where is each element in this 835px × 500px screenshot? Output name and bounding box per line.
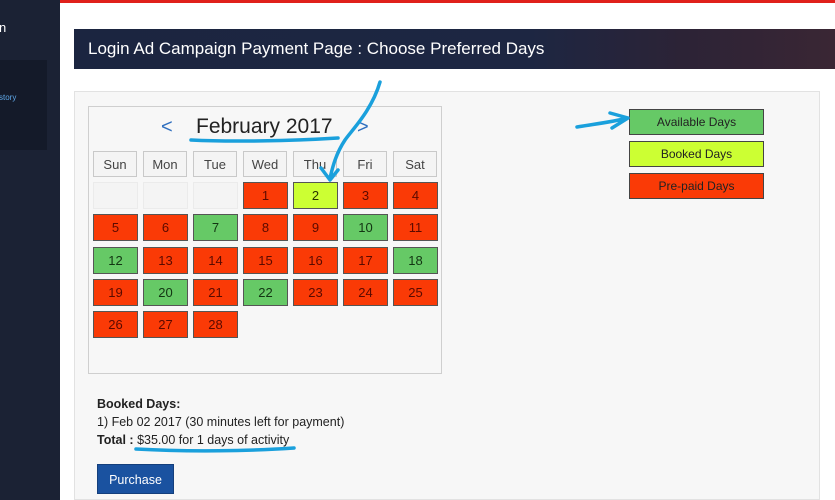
weekday-fri: Fri <box>343 151 387 177</box>
booked-day-item: 1) Feb 02 2017 (30 minutes left for paym… <box>97 415 345 429</box>
sidebar-submenu-item[interactable]: story <box>0 93 16 102</box>
total-label: Total : <box>97 433 134 447</box>
calendar-day-18[interactable]: 18 <box>393 247 438 274</box>
booking-total: Total : $35.00 for 1 days of activity <box>97 431 344 449</box>
calendar-empty-cell <box>143 182 188 209</box>
calendar-day-5[interactable]: 5 <box>93 214 138 241</box>
calendar-empty-cell <box>93 182 138 209</box>
calendar-header: < February 2017 > <box>89 113 443 143</box>
calendar-day-13[interactable]: 13 <box>143 247 188 274</box>
calendar-day-21[interactable]: 21 <box>193 279 238 306</box>
sidebar-text-fragment: n <box>0 20 7 35</box>
legend-prepaid-days: Pre-paid Days <box>629 173 764 199</box>
prev-month-button[interactable]: < <box>161 116 173 139</box>
calendar-day-28[interactable]: 28 <box>193 311 238 338</box>
month-label: February 2017 <box>196 115 333 138</box>
calendar-day-16[interactable]: 16 <box>293 247 338 274</box>
calendar-day-26[interactable]: 26 <box>93 311 138 338</box>
calendar-day-27[interactable]: 27 <box>143 311 188 338</box>
total-value: $35.00 for 1 days of activity <box>137 433 290 447</box>
weekday-sun: Sun <box>93 151 137 177</box>
sidebar-submenu: story <box>0 60 47 150</box>
calendar-empty-cell <box>193 182 238 209</box>
booked-days-heading: Booked Days: <box>97 397 181 411</box>
next-month-button[interactable]: > <box>357 116 369 139</box>
calendar-day-6[interactable]: 6 <box>143 214 188 241</box>
calendar-day-2[interactable]: 2 <box>293 182 338 209</box>
sidebar: n story <box>0 0 60 500</box>
weekday-mon: Mon <box>143 151 187 177</box>
calendar-day-19[interactable]: 19 <box>93 279 138 306</box>
calendar-day-15[interactable]: 15 <box>243 247 288 274</box>
purchase-button[interactable]: Purchase <box>97 464 174 494</box>
calendar-day-20[interactable]: 20 <box>143 279 188 306</box>
calendar-day-24[interactable]: 24 <box>343 279 388 306</box>
calendar-day-25[interactable]: 25 <box>393 279 438 306</box>
calendar-day-11[interactable]: 11 <box>393 214 438 241</box>
weekday-sat: Sat <box>393 151 437 177</box>
calendar-day-8[interactable]: 8 <box>243 214 288 241</box>
weekday-wed: Wed <box>243 151 287 177</box>
page-title: Login Ad Campaign Payment Page : Choose … <box>88 39 545 58</box>
calendar-day-17[interactable]: 17 <box>343 247 388 274</box>
calendar-day-7[interactable]: 7 <box>193 214 238 241</box>
calendar-day-23[interactable]: 23 <box>293 279 338 306</box>
weekday-thu: Thu <box>293 151 337 177</box>
booking-summary: Booked Days: 1) Feb 02 2017 (30 minutes … <box>97 395 344 449</box>
legend-available-days: Available Days <box>629 109 764 135</box>
calendar-day-4[interactable]: 4 <box>393 182 438 209</box>
page-banner: Login Ad Campaign Payment Page : Choose … <box>74 29 835 69</box>
top-accent-line <box>0 0 835 3</box>
legend-booked-days: Booked Days <box>629 141 764 167</box>
calendar-day-9[interactable]: 9 <box>293 214 338 241</box>
calendar-day-10[interactable]: 10 <box>343 214 388 241</box>
calendar-day-3[interactable]: 3 <box>343 182 388 209</box>
weekday-tue: Tue <box>193 151 237 177</box>
calendar-day-22[interactable]: 22 <box>243 279 288 306</box>
calendar-day-14[interactable]: 14 <box>193 247 238 274</box>
calendar-day-12[interactable]: 12 <box>93 247 138 274</box>
calendar: < February 2017 > Sun Mon Tue Wed Thu Fri Sat … <box>88 106 442 374</box>
calendar-day-1[interactable]: 1 <box>243 182 288 209</box>
